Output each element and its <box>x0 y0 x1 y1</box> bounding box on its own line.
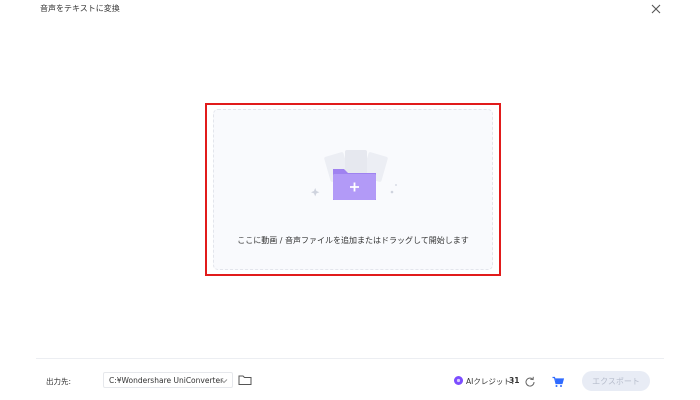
folder-plus-icon <box>311 150 397 200</box>
export-button[interactable]: エクスポート <box>582 371 650 391</box>
output-path-dropdown[interactable]: C:¥Wondershare UniConverter <box>103 372 233 388</box>
cart-icon <box>552 376 565 387</box>
close-icon <box>651 4 661 14</box>
folder-icon <box>238 375 252 385</box>
window-title: 音声をテキストに変換 <box>40 4 120 13</box>
ai-credit-icon <box>454 376 463 385</box>
refresh-icon <box>525 376 535 387</box>
footer-bar: 出力先: C:¥Wondershare UniConverter AIクレジット… <box>36 358 664 400</box>
output-path-value: C:¥Wondershare UniConverter <box>109 376 224 385</box>
dropzone-instruction: ここに動画 / 音声ファイルを追加またはドラッグして開始します <box>237 236 469 245</box>
file-dropzone[interactable]: ここに動画 / 音声ファイルを追加またはドラッグして開始します <box>213 109 493 270</box>
open-folder-button[interactable] <box>237 372 253 388</box>
dropzone-highlight: ここに動画 / 音声ファイルを追加またはドラッグして開始します <box>205 103 501 276</box>
output-label: 出力先: <box>46 377 72 386</box>
chevron-down-icon <box>220 379 228 384</box>
buy-credits-button[interactable] <box>551 374 565 388</box>
credits-count: 31 <box>509 376 520 385</box>
title-bar: 音声をテキストに変換 <box>0 0 700 18</box>
close-button[interactable] <box>648 1 664 17</box>
refresh-credits-button[interactable] <box>523 374 537 388</box>
